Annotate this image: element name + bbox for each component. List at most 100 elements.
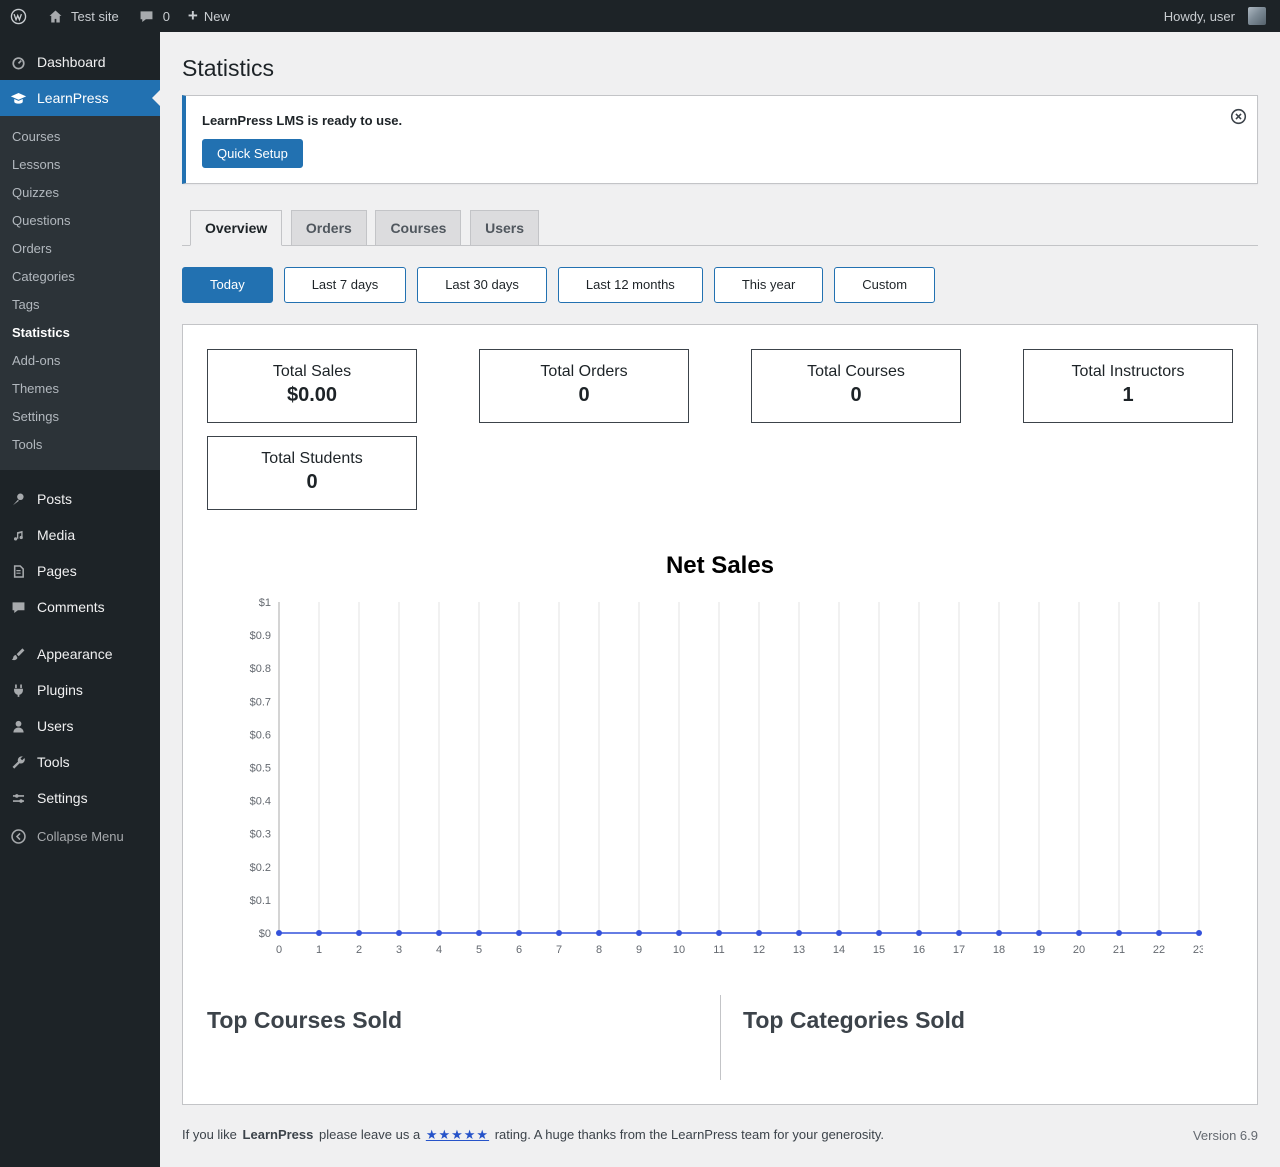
svg-text:19: 19: [1033, 944, 1045, 956]
comments-count: 0: [162, 8, 170, 24]
sidebar-item-pages[interactable]: Pages: [0, 553, 160, 589]
sidebar-item-label: Pages: [37, 563, 77, 579]
main-content: Statistics LearnPress LMS is ready to us…: [160, 32, 1280, 1167]
site-name: Test site: [71, 8, 119, 24]
svg-text:2: 2: [356, 944, 362, 956]
sidebar-item-courses[interactable]: Courses: [0, 123, 160, 151]
stat-label: Total Orders: [540, 363, 628, 380]
svg-text:18: 18: [993, 944, 1005, 956]
svg-text:$1: $1: [259, 597, 271, 609]
sidebar-item-plugins[interactable]: Plugins: [0, 672, 160, 708]
svg-text:12: 12: [753, 944, 765, 956]
sidebar-item-quizzes[interactable]: Quizzes: [0, 179, 160, 207]
sidebar-item-tools[interactable]: Tools: [0, 744, 160, 780]
sidebar-item-settings[interactable]: Settings: [0, 780, 160, 816]
sliders-icon: [8, 788, 28, 808]
new-content-button[interactable]: + New: [188, 7, 230, 24]
rating-stars-link[interactable]: ★★★★★: [426, 1127, 489, 1142]
collapse-menu-label: Collapse Menu: [37, 828, 124, 844]
page-title: Statistics: [182, 55, 275, 81]
svg-text:$0.5: $0.5: [250, 763, 271, 775]
tab-orders[interactable]: Orders: [290, 210, 367, 246]
sidebar-item-appearance[interactable]: Appearance: [0, 636, 160, 672]
footer-text-prefix: If you like: [182, 1127, 237, 1142]
tab-courses[interactable]: Courses: [375, 210, 462, 246]
sidebar-item-addons[interactable]: Add-ons: [0, 347, 160, 375]
stat-card-total-courses: Total Courses 0: [751, 349, 961, 423]
sidebar-item-label: Posts: [37, 491, 73, 507]
svg-text:7: 7: [556, 944, 562, 956]
user-icon: [8, 716, 28, 736]
stat-label: Total Sales: [272, 363, 352, 380]
comments-indicator[interactable]: 0: [137, 6, 170, 26]
dashboard-icon: [8, 52, 28, 72]
sidebar-item-categories[interactable]: Categories: [0, 263, 160, 291]
wordpress-logo-icon[interactable]: [10, 8, 27, 25]
stat-label: Total Instructors: [1071, 363, 1185, 380]
dismiss-circle-x-icon: [1230, 108, 1247, 125]
sidebar-item-themes[interactable]: Themes: [0, 375, 160, 403]
sidebar-item-label: LearnPress: [37, 90, 109, 106]
stat-value: 0: [306, 471, 318, 493]
sidebar-item-users[interactable]: Users: [0, 708, 160, 744]
account-menu[interactable]: Howdy, user: [1164, 7, 1266, 25]
sidebar-item-lp-settings[interactable]: Settings: [0, 403, 160, 431]
site-name-link[interactable]: Test site: [45, 6, 119, 26]
sidebar-item-tags[interactable]: Tags: [0, 291, 160, 319]
avatar: [1248, 7, 1266, 25]
top-categories-title: Top Categories Sold: [743, 1007, 965, 1033]
svg-text:3: 3: [396, 944, 402, 956]
filter-last-30-days[interactable]: Last 30 days: [417, 267, 547, 303]
svg-text:$0.8: $0.8: [250, 663, 271, 675]
sidebar-item-lp-tools[interactable]: Tools: [0, 431, 160, 459]
sidebar-item-media[interactable]: Media: [0, 517, 160, 553]
collapse-menu-button[interactable]: Collapse Menu: [0, 818, 160, 854]
sidebar-item-statistics[interactable]: Statistics: [0, 319, 160, 347]
comments-icon: [8, 597, 28, 617]
svg-text:$0.6: $0.6: [250, 729, 271, 741]
svg-text:14: 14: [833, 944, 845, 956]
footer-brand: LearnPress: [242, 1127, 314, 1142]
svg-text:10: 10: [673, 944, 685, 956]
sidebar-item-posts[interactable]: Posts: [0, 481, 160, 517]
page-footer: If you like LearnPress please leave us a…: [182, 1105, 1258, 1167]
sidebar-item-label: Tools: [37, 754, 70, 770]
pages-icon: [8, 561, 28, 581]
sidebar-item-questions[interactable]: Questions: [0, 207, 160, 235]
filter-custom[interactable]: Custom: [834, 267, 936, 303]
dismiss-notice-button[interactable]: [1230, 108, 1247, 125]
stat-card-total-sales: Total Sales $0.00: [207, 349, 417, 423]
sidebar-item-learnpress[interactable]: LearnPress: [0, 80, 160, 116]
svg-text:22: 22: [1153, 944, 1165, 956]
sidebar-item-label: Dashboard: [37, 54, 106, 70]
filter-last-7-days[interactable]: Last 7 days: [283, 267, 407, 303]
sidebar-item-orders[interactable]: Orders: [0, 235, 160, 263]
home-icon: [45, 6, 65, 26]
filter-today[interactable]: Today: [182, 267, 273, 303]
stat-label: Total Students: [261, 450, 363, 467]
menu-separator: [0, 625, 160, 636]
stat-cards: Total Sales $0.00 Total Orders 0 Total C…: [207, 349, 1233, 510]
tab-overview[interactable]: Overview: [190, 210, 283, 246]
admin-sidebar: Dashboard LearnPress Courses Lessons Qui…: [0, 32, 160, 1167]
tab-users[interactable]: Users: [470, 210, 540, 246]
svg-text:5: 5: [476, 944, 482, 956]
date-range-filters: Today Last 7 days Last 30 days Last 12 m…: [182, 267, 1258, 303]
howdy-text: Howdy, user: [1163, 8, 1235, 24]
quick-setup-button[interactable]: Quick Setup: [202, 139, 303, 168]
version-label: Version 6.9: [1192, 1127, 1258, 1143]
stat-value: $0.00: [286, 384, 338, 406]
stat-card-total-instructors: Total Instructors 1: [1023, 349, 1233, 423]
stat-card-total-students: Total Students 0: [207, 436, 417, 510]
filter-last-12-months[interactable]: Last 12 months: [557, 267, 703, 303]
media-icon: [8, 525, 28, 545]
net-sales-title: Net Sales: [665, 552, 775, 579]
svg-text:23: 23: [1193, 944, 1203, 956]
filter-this-year[interactable]: This year: [713, 267, 824, 303]
sidebar-item-comments[interactable]: Comments: [0, 589, 160, 625]
footer-credit: If you like LearnPress please leave us a…: [182, 1127, 886, 1143]
sidebar-item-dashboard[interactable]: Dashboard: [0, 44, 160, 80]
svg-text:$0.2: $0.2: [250, 862, 271, 874]
sidebar-item-lessons[interactable]: Lessons: [0, 151, 160, 179]
admin-bar-left: Test site 0 + New: [10, 6, 230, 26]
